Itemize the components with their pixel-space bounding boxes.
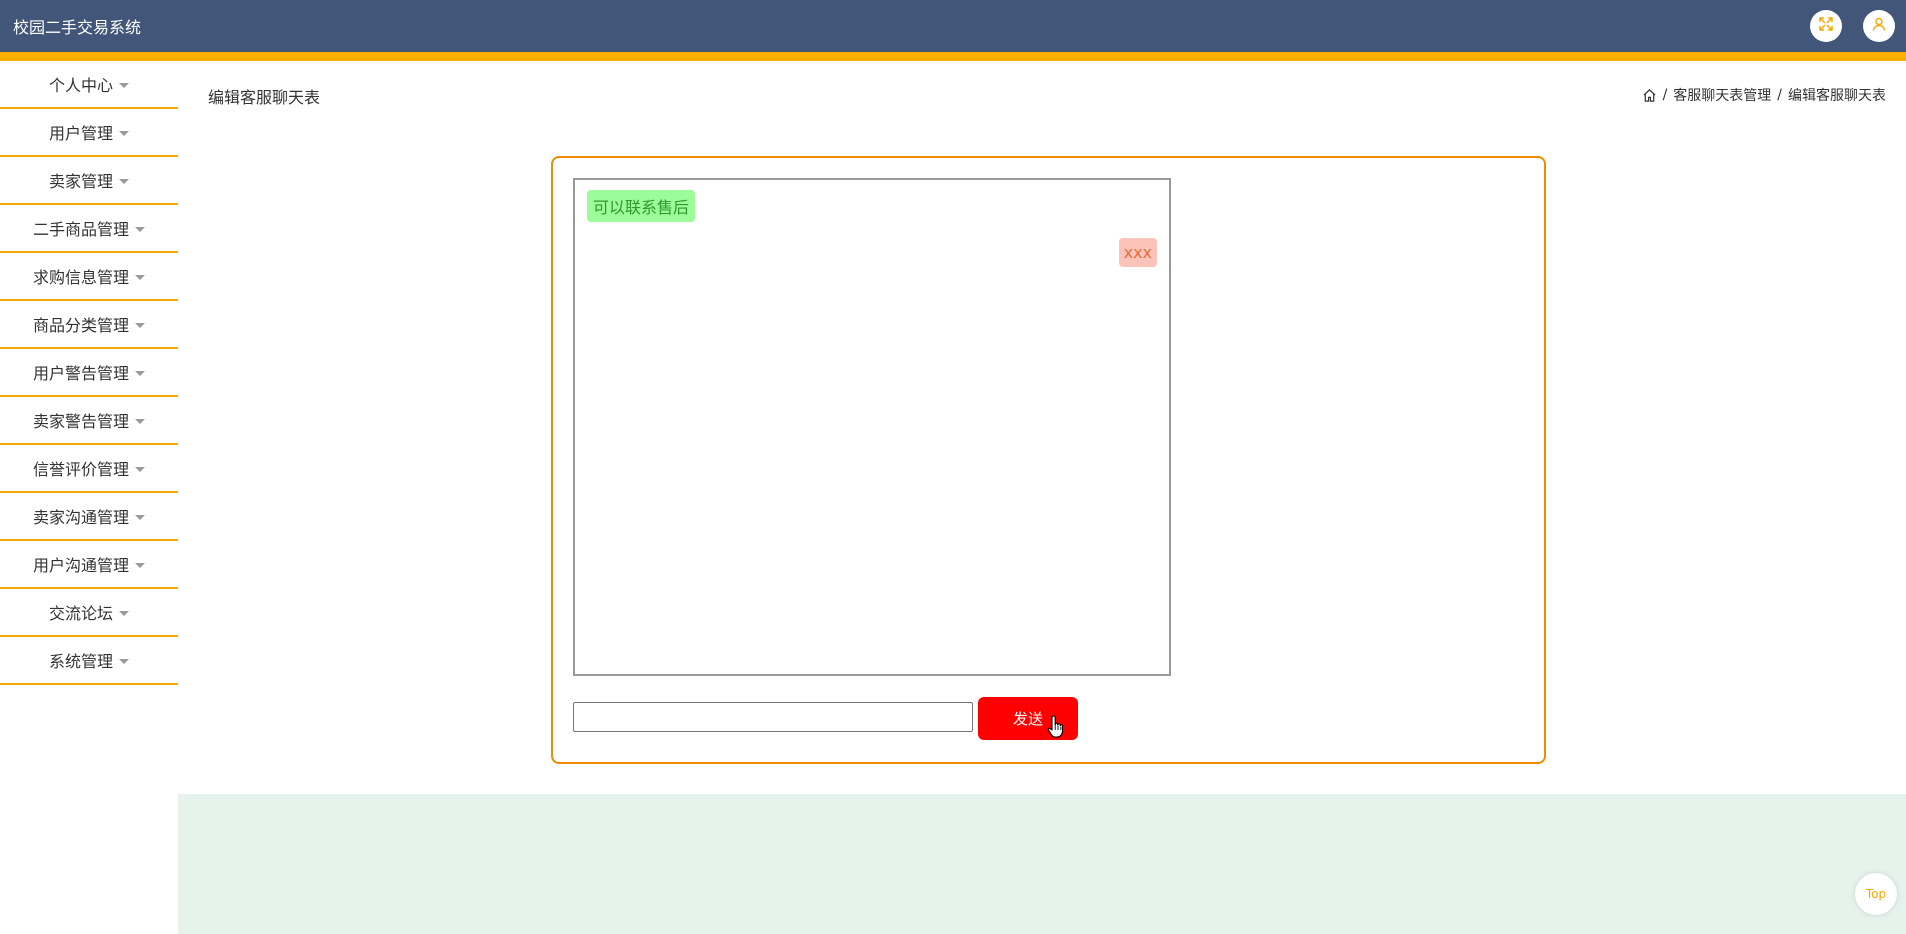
sidebar-item-label: 用户管理 bbox=[48, 124, 113, 143]
breadcrumb-link-chat-management[interactable]: 客服聊天表管理 bbox=[1673, 85, 1771, 105]
sidebar-item-label: 个人中心 bbox=[48, 76, 113, 95]
sidebar-item-seller-warnings[interactable]: 卖家警告管理 bbox=[0, 397, 178, 445]
fullscreen-icon bbox=[1818, 16, 1834, 36]
sidebar-item-system-management[interactable]: 系统管理 bbox=[0, 637, 178, 685]
fullscreen-button[interactable] bbox=[1810, 10, 1842, 42]
caret-down-icon bbox=[135, 226, 145, 232]
sidebar-item-label: 用户警告管理 bbox=[32, 364, 129, 383]
breadcrumb: / 客服聊天表管理 / 编辑客服聊天表 bbox=[1642, 85, 1886, 105]
sidebar-item-credit-reviews[interactable]: 信誉评价管理 bbox=[0, 445, 178, 493]
sidebar-item-label: 二手商品管理 bbox=[32, 220, 129, 239]
message-input[interactable] bbox=[573, 702, 973, 732]
sidebar-item-forum[interactable]: 交流论坛 bbox=[0, 589, 178, 637]
chat-message-area[interactable]: 可以联系售后 xxx bbox=[573, 178, 1171, 676]
header-accent-bar bbox=[0, 52, 1906, 61]
back-to-top-button[interactable]: Top bbox=[1855, 873, 1897, 915]
sidebar: 个人中心 用户管理 卖家管理 二手商品管理 求购信息管理 商品分类管理 用户警告… bbox=[0, 61, 178, 685]
sidebar-item-label: 商品分类管理 bbox=[32, 316, 129, 335]
sidebar-item-seller-communication[interactable]: 卖家沟通管理 bbox=[0, 493, 178, 541]
sidebar-item-user-warnings[interactable]: 用户警告管理 bbox=[0, 349, 178, 397]
chat-message-right: xxx bbox=[1118, 238, 1157, 267]
sidebar-item-label: 用户沟通管理 bbox=[32, 556, 129, 575]
sidebar-item-label: 求购信息管理 bbox=[32, 268, 129, 287]
sidebar-item-label: 交流论坛 bbox=[48, 604, 113, 623]
sidebar-item-user-communication[interactable]: 用户沟通管理 bbox=[0, 541, 178, 589]
top-header: 校园二手交易系统 bbox=[0, 0, 1906, 61]
caret-down-icon bbox=[119, 610, 129, 616]
breadcrumb-separator: / bbox=[1777, 87, 1782, 103]
sidebar-item-goods-categories[interactable]: 商品分类管理 bbox=[0, 301, 178, 349]
caret-down-icon bbox=[135, 514, 145, 520]
sidebar-item-label: 信誉评价管理 bbox=[32, 460, 129, 479]
sidebar-item-personal-center[interactable]: 个人中心 bbox=[0, 61, 178, 109]
pointer-cursor-icon bbox=[1047, 715, 1065, 739]
sidebar-item-purchase-requests[interactable]: 求购信息管理 bbox=[0, 253, 178, 301]
caret-down-icon bbox=[135, 562, 145, 568]
caret-down-icon bbox=[135, 274, 145, 280]
user-icon bbox=[1871, 16, 1887, 36]
caret-down-icon bbox=[135, 370, 145, 376]
breadcrumb-current: 编辑客服聊天表 bbox=[1788, 88, 1886, 104]
caret-down-icon bbox=[119, 658, 129, 664]
caret-down-icon bbox=[119, 178, 129, 184]
sidebar-item-label: 卖家警告管理 bbox=[32, 412, 129, 431]
chat-message-left: 可以联系售后 bbox=[587, 190, 696, 222]
sidebar-item-label: 系统管理 bbox=[48, 652, 113, 671]
caret-down-icon bbox=[119, 130, 129, 136]
caret-down-icon bbox=[119, 82, 129, 88]
app-title: 校园二手交易系统 bbox=[13, 18, 142, 37]
sidebar-item-label: 卖家管理 bbox=[48, 172, 113, 191]
chat-card: 可以联系售后 xxx 发送 bbox=[551, 156, 1546, 764]
sidebar-item-user-management[interactable]: 用户管理 bbox=[0, 109, 178, 157]
sidebar-item-secondhand-goods[interactable]: 二手商品管理 bbox=[0, 205, 178, 253]
caret-down-icon bbox=[135, 466, 145, 472]
caret-down-icon bbox=[135, 322, 145, 328]
breadcrumb-separator: / bbox=[1662, 87, 1668, 103]
sidebar-item-label: 卖家沟通管理 bbox=[32, 508, 129, 527]
page-title: 编辑客服聊天表 bbox=[208, 88, 321, 107]
home-icon[interactable] bbox=[1642, 88, 1657, 103]
caret-down-icon bbox=[135, 418, 145, 424]
user-button[interactable] bbox=[1863, 10, 1895, 42]
sidebar-item-seller-management[interactable]: 卖家管理 bbox=[0, 157, 178, 205]
footer-area bbox=[178, 794, 1906, 934]
